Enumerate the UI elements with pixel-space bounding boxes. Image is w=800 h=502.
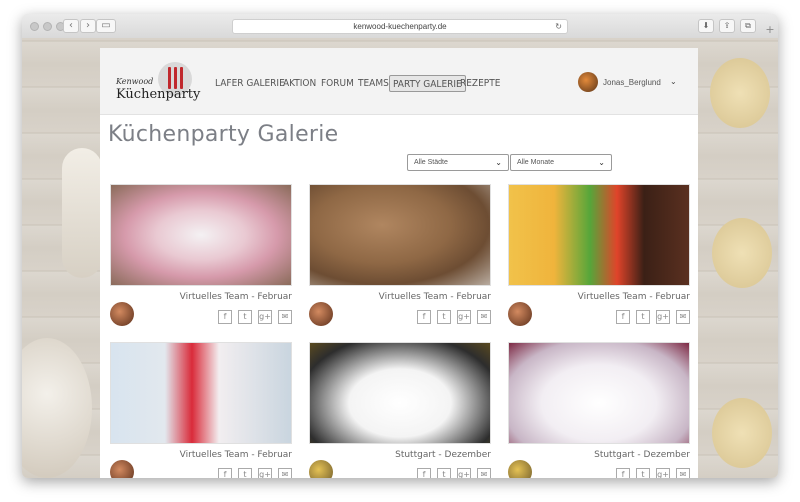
email-share-icon[interactable]: ✉: [278, 468, 292, 478]
nav-item-rezepte[interactable]: REZEPTE: [460, 75, 500, 92]
gallery-caption: Stuttgart - Dezember: [395, 450, 491, 460]
google-plus-share-icon[interactable]: g+: [457, 310, 471, 324]
user-avatar[interactable]: [578, 72, 598, 92]
reload-icon[interactable]: ↻: [555, 20, 562, 33]
gallery-photo[interactable]: [110, 184, 292, 286]
twitter-share-icon[interactable]: t: [238, 468, 252, 478]
minimize-window-button[interactable]: [43, 22, 52, 31]
twitter-share-icon[interactable]: t: [636, 310, 650, 324]
gallery-card[interactable]: Virtuelles Team - Februar f t g+ ✉: [309, 184, 491, 334]
chevron-down-icon: ⌄: [598, 158, 605, 167]
month-filter-value: Alle Monate: [517, 159, 554, 166]
gallery-photo[interactable]: [309, 342, 491, 444]
google-plus-share-icon[interactable]: g+: [457, 468, 471, 478]
google-plus-share-icon[interactable]: g+: [258, 468, 272, 478]
gallery-card[interactable]: Virtuelles Team - Februar f t g+ ✉: [110, 184, 292, 334]
download-icon[interactable]: ⬇: [698, 19, 714, 33]
tabs-icon[interactable]: ⧉: [740, 19, 756, 33]
pasta-background-image-2: [712, 218, 772, 288]
gallery-photo[interactable]: [508, 342, 690, 444]
email-share-icon[interactable]: ✉: [676, 468, 690, 478]
twitter-share-icon[interactable]: t: [238, 310, 252, 324]
twitter-share-icon[interactable]: t: [437, 310, 451, 324]
mushroom-background-image: [22, 338, 92, 478]
share-icon[interactable]: ⇪: [719, 19, 735, 33]
facebook-share-icon[interactable]: f: [218, 468, 232, 478]
google-plus-share-icon[interactable]: g+: [656, 468, 670, 478]
gallery-photo[interactable]: [508, 184, 690, 286]
browser-window: ‹ › ▭ kenwood-kuechenparty.de ↻ ⬇ ⇪ ⧉ + …: [22, 14, 778, 478]
author-avatar[interactable]: [309, 460, 333, 478]
page-title: Küchenparty Galerie: [108, 122, 339, 147]
close-window-button[interactable]: [30, 22, 39, 31]
gallery-photo[interactable]: [309, 184, 491, 286]
facebook-share-icon[interactable]: f: [616, 310, 630, 324]
page-viewport: Kenwood Küchenparty LAFER GALERIE AKTION…: [22, 38, 778, 478]
twitter-share-icon[interactable]: t: [437, 468, 451, 478]
nav-item-teams[interactable]: TEAMS: [358, 75, 389, 92]
google-plus-share-icon[interactable]: g+: [656, 310, 670, 324]
fork-icon: [168, 67, 171, 89]
bottle-background-image: [62, 148, 102, 278]
author-avatar[interactable]: [508, 460, 532, 478]
browser-titlebar: ‹ › ▭ kenwood-kuechenparty.de ↻ ⬇ ⇪ ⧉ +: [22, 14, 778, 39]
new-tab-icon[interactable]: +: [764, 23, 776, 37]
nav-item-aktion[interactable]: AKTION: [283, 75, 316, 92]
page-content: Kenwood Küchenparty LAFER GALERIE AKTION…: [100, 48, 698, 478]
email-share-icon[interactable]: ✉: [477, 310, 491, 324]
pasta-background-image: [710, 58, 770, 128]
facebook-share-icon[interactable]: f: [417, 468, 431, 478]
site-header: Kenwood Küchenparty LAFER GALERIE AKTION…: [100, 48, 698, 115]
user-name[interactable]: Jonas_Berglund: [603, 78, 661, 87]
city-filter-select[interactable]: Alle Städte ⌄: [407, 154, 509, 171]
author-avatar[interactable]: [110, 302, 134, 326]
author-avatar[interactable]: [110, 460, 134, 478]
nav-item-forum[interactable]: FORUM: [321, 75, 354, 92]
facebook-share-icon[interactable]: f: [417, 310, 431, 324]
gallery-caption: Virtuelles Team - Februar: [179, 292, 292, 302]
email-share-icon[interactable]: ✉: [477, 468, 491, 478]
email-share-icon[interactable]: ✉: [676, 310, 690, 324]
gallery-caption: Virtuelles Team - Februar: [378, 292, 491, 302]
gallery-card[interactable]: Virtuelles Team - Februar f t g+ ✉: [508, 184, 690, 334]
twitter-share-icon[interactable]: t: [636, 468, 650, 478]
facebook-share-icon[interactable]: f: [218, 310, 232, 324]
knife-icon: [180, 67, 183, 89]
city-filter-value: Alle Städte: [414, 159, 448, 166]
month-filter-select[interactable]: Alle Monate ⌄: [510, 154, 612, 171]
pasta-background-image-3: [712, 398, 772, 468]
gallery-photo[interactable]: [110, 342, 292, 444]
chevron-down-icon[interactable]: ⌄: [670, 77, 677, 86]
author-avatar[interactable]: [309, 302, 333, 326]
facebook-share-icon[interactable]: f: [616, 468, 630, 478]
url-text: kenwood-kuechenparty.de: [353, 22, 447, 31]
chevron-down-icon: ⌄: [495, 158, 502, 167]
gallery-card[interactable]: Virtuelles Team - Februar f t g+ ✉: [110, 342, 292, 478]
gallery-card[interactable]: Stuttgart - Dezember f t g+ ✉: [309, 342, 491, 478]
logo-title: Küchenparty: [116, 87, 201, 102]
nav-item-party-galerie[interactable]: PARTY GALERIE: [389, 75, 466, 92]
email-share-icon[interactable]: ✉: [278, 310, 292, 324]
gallery-card[interactable]: Stuttgart - Dezember f t g+ ✉: [508, 342, 690, 478]
forward-button[interactable]: ›: [80, 19, 96, 33]
address-bar[interactable]: kenwood-kuechenparty.de ↻: [232, 19, 568, 34]
sidebar-toggle-icon[interactable]: ▭: [96, 19, 116, 33]
gallery-caption: Stuttgart - Dezember: [594, 450, 690, 460]
back-button[interactable]: ‹: [63, 19, 79, 33]
nav-item-lafer-galerie[interactable]: LAFER GALERIE: [215, 75, 285, 92]
gallery-caption: Virtuelles Team - Februar: [577, 292, 690, 302]
google-plus-share-icon[interactable]: g+: [258, 310, 272, 324]
author-avatar[interactable]: [508, 302, 532, 326]
gallery-caption: Virtuelles Team - Februar: [179, 450, 292, 460]
spoon-icon: [174, 67, 177, 89]
logo-brand: Kenwood: [116, 77, 154, 86]
